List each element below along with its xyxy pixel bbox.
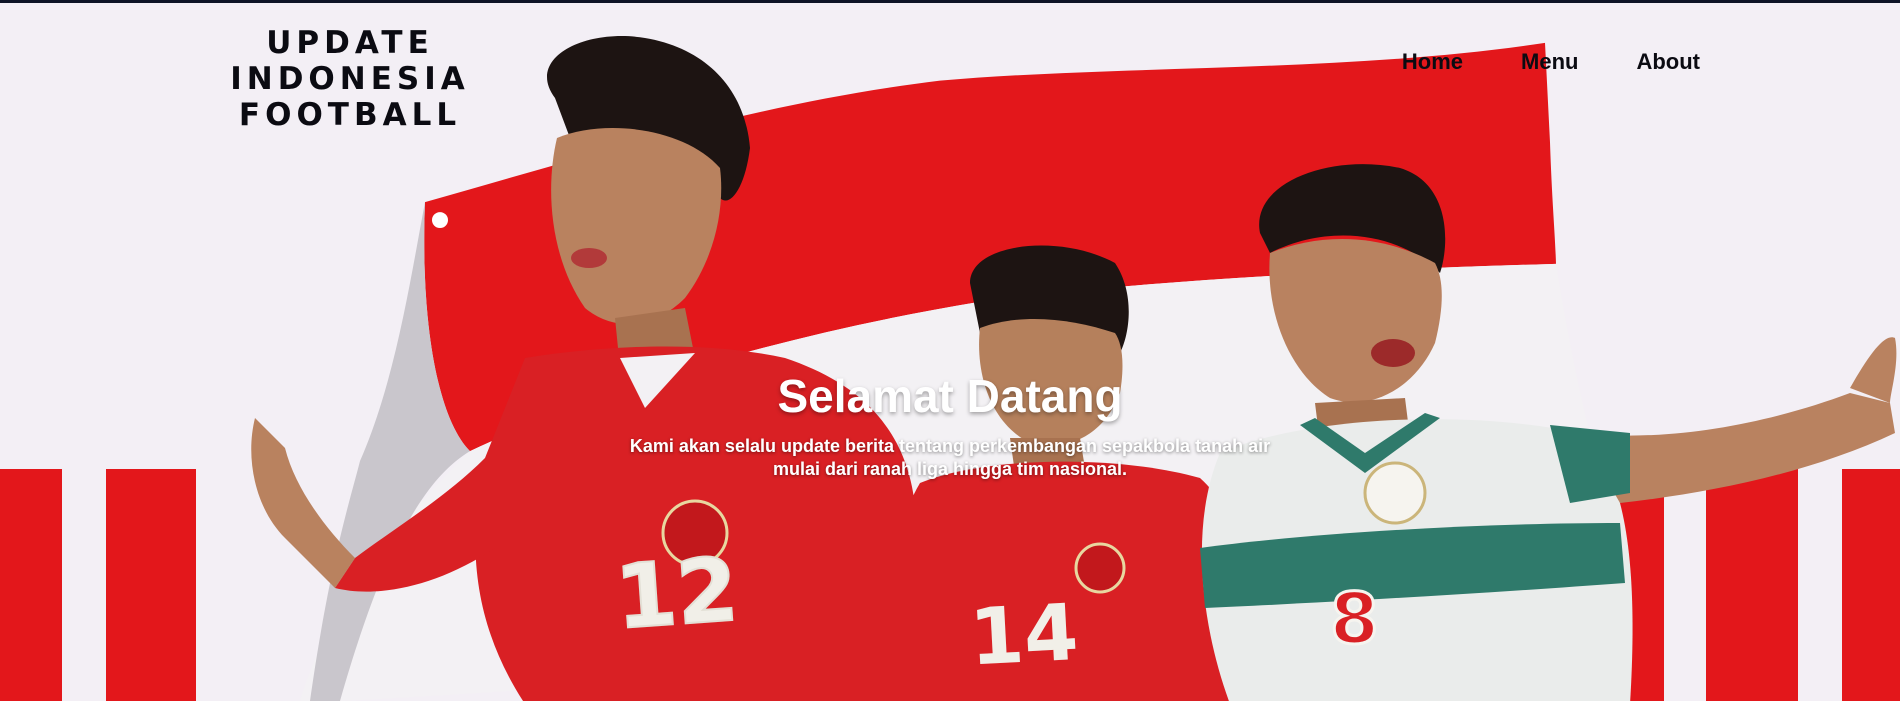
main-nav: Home Menu About [1402, 49, 1700, 75]
site-logo[interactable]: UPDATE INDONESIA FOOTBALL [190, 25, 510, 133]
svg-text:8: 8 [1330, 578, 1379, 660]
hero-subtitle: Kami akan selalu update berita tentang p… [590, 435, 1310, 481]
nav-about-link[interactable]: About [1636, 49, 1700, 75]
logo-line-1: UPDATE INDONESIA [230, 25, 470, 97]
hero-banner: 12 14 8 UPDATE INDONESIA FOOTBALL Home M… [0, 0, 1900, 701]
player-8-image: 8 [1150, 163, 1900, 701]
svg-text:14: 14 [967, 588, 1080, 684]
nav-home-link[interactable]: Home [1402, 49, 1463, 75]
nav-menu-link[interactable]: Menu [1521, 49, 1578, 75]
hero-title: Selamat Datang [777, 370, 1123, 422]
logo-line-2: FOOTBALL [238, 97, 462, 133]
hero-subtitle-line-2: mulai dari ranah liga hingga tim nasiona… [772, 459, 1128, 479]
svg-text:12: 12 [612, 538, 741, 649]
hero-subtitle-line-1: Kami akan selalu update berita tentang p… [629, 436, 1271, 456]
